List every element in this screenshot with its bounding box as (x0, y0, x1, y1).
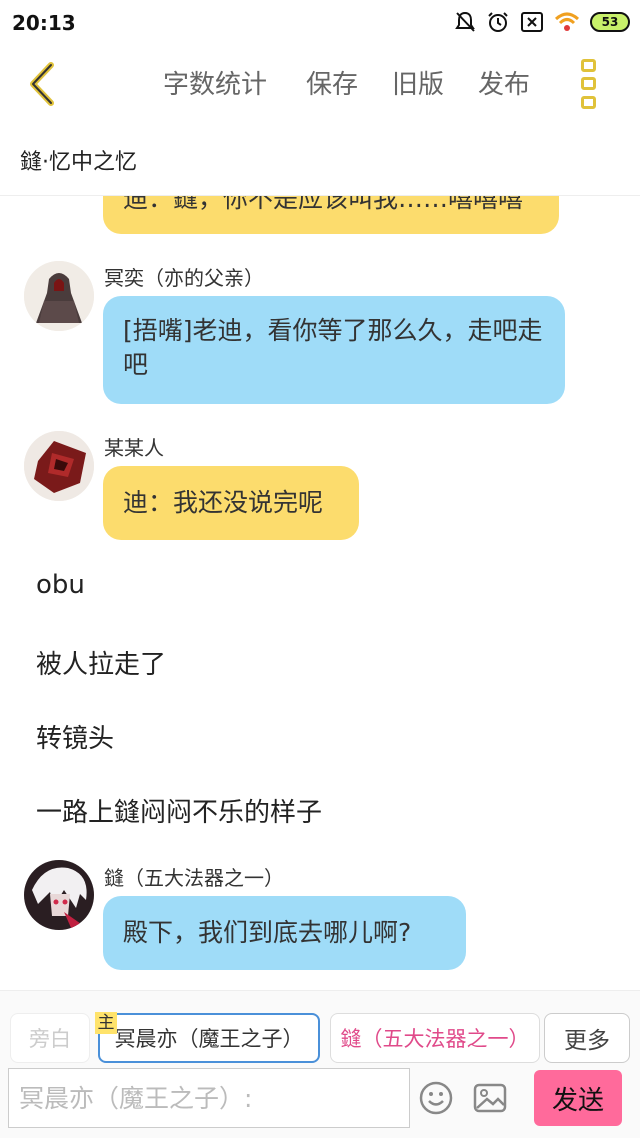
top-toolbar: 字数统计 保存 旧版 发布 (0, 46, 640, 122)
narration-text[interactable]: obu (36, 570, 85, 600)
red-object-avatar-icon (24, 431, 94, 501)
cloaked-figure-avatar-icon (24, 261, 94, 331)
avatar[interactable] (24, 431, 94, 501)
back-arrow-icon (30, 62, 54, 106)
story-title-bar[interactable]: 鏠·忆中之忆 (0, 122, 640, 196)
save-button[interactable]: 保存 (306, 64, 358, 101)
no-sim-icon (521, 12, 543, 32)
battery-indicator: 53 (590, 12, 630, 32)
alarm-icon (488, 12, 508, 32)
message-bubble[interactable]: 殿下，我们到底去哪儿啊? (103, 896, 466, 970)
white-hair-character-avatar-icon (24, 860, 94, 930)
send-button[interactable]: 发送 (534, 1070, 622, 1126)
avatar[interactable] (24, 261, 94, 331)
role-narrator-button[interactable]: 旁白 (10, 1013, 90, 1063)
speaker-name: 某某人 (104, 436, 164, 460)
mute-bell-icon (455, 11, 475, 32)
more-roles-button[interactable]: 更多 (544, 1013, 630, 1063)
back-button[interactable] (20, 56, 64, 112)
role-character-button[interactable]: 鏠（五大法器之一） (330, 1013, 540, 1063)
more-dot-icon (580, 77, 596, 91)
story-content[interactable]: 迪：鏠，你不是应该叫我……嘻嘻嘻 冥奕（亦的父亲） [捂嘴]老迪，看你等了那么久… (0, 196, 640, 990)
message-text: [捂嘴]老迪，看你等了那么久，走吧走吧 (123, 316, 543, 379)
message-text: 殿下，我们到底去哪儿啊? (123, 918, 412, 947)
message-bubble[interactable]: 迪：鏠，你不是应该叫我……嘻嘻嘻 (103, 196, 559, 234)
speaker-name: 冥奕（亦的父亲） (104, 266, 264, 290)
more-dot-icon (580, 96, 596, 110)
main-character-badge: 主 (95, 1012, 117, 1034)
wifi-icon (554, 12, 580, 31)
narration-text[interactable]: 被人拉走了 (36, 644, 166, 681)
status-time: 20:13 (12, 11, 76, 35)
avatar[interactable] (24, 860, 94, 930)
word-count-button[interactable]: 字数统计 (163, 64, 267, 101)
image-icon[interactable] (472, 1080, 508, 1116)
message-bubble[interactable]: [捂嘴]老迪，看你等了那么久，走吧走吧 (103, 296, 565, 404)
input-bar: 发送 (0, 1066, 640, 1138)
emoji-icon[interactable] (418, 1080, 454, 1116)
status-icons: 53 (454, 10, 630, 34)
message-input[interactable] (8, 1068, 410, 1128)
message-bubble[interactable]: 迪：我还没说完呢 (103, 466, 359, 540)
more-menu-button[interactable] (576, 56, 600, 112)
status-bar: 20:13 53 (0, 0, 640, 46)
old-version-button[interactable]: 旧版 (392, 64, 444, 101)
publish-button[interactable]: 发布 (478, 64, 530, 101)
more-dot-icon (580, 58, 596, 72)
narration-text[interactable]: 一路上鏠闷闷不乐的样子 (36, 792, 322, 829)
role-main-character-button[interactable]: 冥晨亦（魔王之子） (98, 1013, 320, 1063)
message-text: 迪：鏠，你不是应该叫我……嘻嘻嘻 (123, 196, 524, 213)
narration-text[interactable]: 转镜头 (36, 718, 114, 755)
story-title: 鏠·忆中之忆 (20, 150, 137, 175)
speaker-name: 鏠（五大法器之一） (104, 866, 284, 890)
message-text: 迪：我还没说完呢 (123, 488, 324, 517)
